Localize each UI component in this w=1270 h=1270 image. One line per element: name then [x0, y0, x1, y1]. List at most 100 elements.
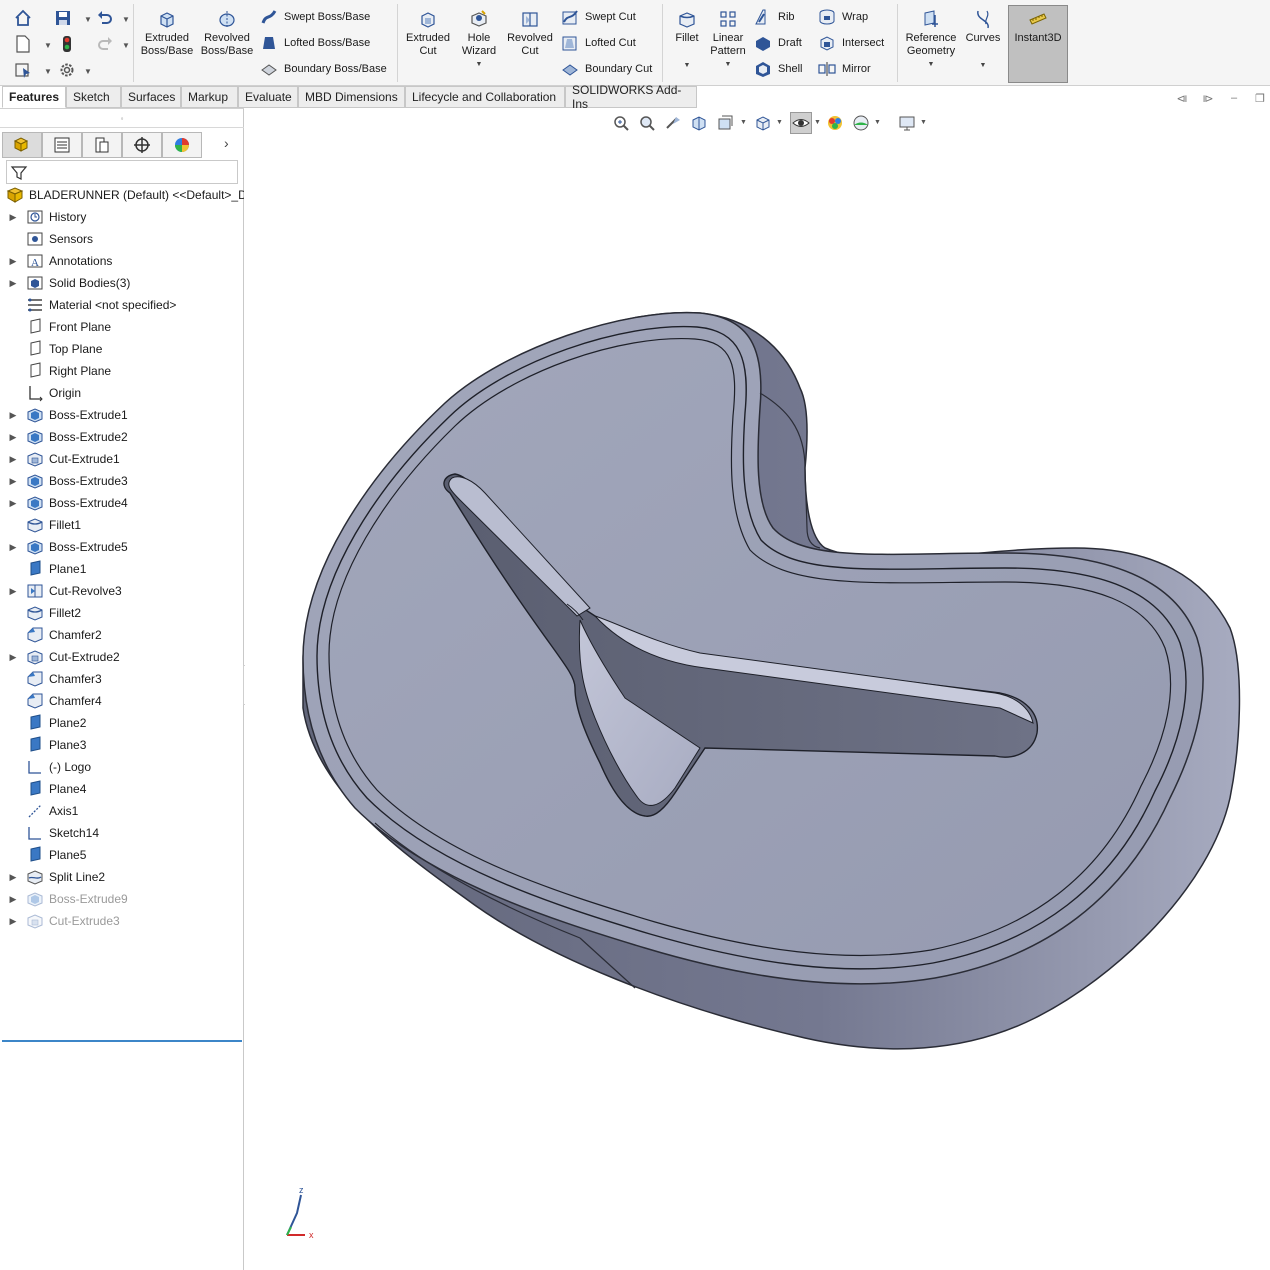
feature-tree-filter[interactable] — [6, 160, 238, 184]
tree-item[interactable]: Origin — [0, 382, 244, 404]
tree-item[interactable]: Chamfer2 — [0, 624, 244, 646]
graphics-area[interactable]: ▼ ▼ ▼ ▼ ▼ z x — [245, 108, 1270, 1270]
curves-button[interactable]: Curves ▼ — [961, 4, 1005, 82]
fillet-button[interactable]: Fillet ▼ — [668, 4, 706, 82]
tree-item[interactable]: Chamfer3 — [0, 668, 244, 690]
tree-item[interactable]: Top Plane — [0, 338, 244, 360]
reference-geometry-button[interactable]: Reference Geometry ▼ — [901, 4, 961, 82]
expand-arrow-icon[interactable]: ▶ — [6, 454, 20, 465]
tree-item[interactable]: Plane1 — [0, 558, 244, 580]
linear-pattern-caret[interactable]: ▼ — [725, 58, 732, 71]
rebuild-traffic-light-icon[interactable] — [56, 34, 78, 54]
tab-sketch[interactable]: Sketch — [66, 86, 121, 108]
instant3d-button[interactable]: Instant3D — [1008, 5, 1068, 83]
expand-arrow-icon[interactable]: ▶ — [6, 652, 20, 663]
bladerunner-part-model[interactable] — [245, 108, 1270, 1270]
tree-item[interactable]: ▶ Cut-Extrude3 — [0, 910, 244, 932]
save-dropdown-caret[interactable]: ▼ — [84, 15, 92, 24]
expand-arrow-icon[interactable]: ▶ — [6, 498, 20, 509]
expand-arrow-icon[interactable]: ▶ — [6, 476, 20, 487]
tree-item[interactable]: ▶ Solid Bodies(3) — [0, 272, 244, 294]
expand-arrow-icon[interactable]: ▶ — [6, 894, 20, 905]
tree-item[interactable]: Plane3 — [0, 734, 244, 756]
tree-item[interactable]: Plane4 — [0, 778, 244, 800]
panel-tabs-more-icon[interactable]: › — [224, 135, 229, 151]
expand-arrow-icon[interactable]: ▶ — [6, 212, 20, 223]
redo-dropdown-caret[interactable]: ▼ — [122, 41, 130, 50]
select-dropdown-caret[interactable]: ▼ — [44, 67, 52, 76]
options-gear-icon[interactable] — [56, 60, 78, 80]
tab-markup[interactable]: Markup — [181, 86, 238, 108]
rollback-bar[interactable] — [2, 1040, 242, 1042]
extruded-boss-button[interactable]: Extruded Boss/Base — [140, 4, 194, 82]
configuration-manager-tab[interactable] — [82, 132, 122, 158]
select-icon[interactable] — [12, 60, 34, 80]
tree-item[interactable]: Right Plane — [0, 360, 244, 382]
new-dropdown-caret[interactable]: ▼ — [44, 41, 52, 50]
tree-item[interactable]: Plane2 — [0, 712, 244, 734]
wrap-button[interactable]: Wrap — [818, 6, 868, 28]
lofted-cut-button[interactable]: Lofted Cut — [561, 32, 636, 54]
tab-evaluate[interactable]: Evaluate — [238, 86, 298, 108]
boundary-cut-button[interactable]: Boundary Cut — [561, 58, 652, 80]
tab-surfaces[interactable]: Surfaces — [121, 86, 181, 108]
tree-item[interactable]: Fillet2 — [0, 602, 244, 624]
dimxpert-manager-tab[interactable] — [122, 132, 162, 158]
tree-item[interactable]: Chamfer4 — [0, 690, 244, 712]
panel-grip[interactable]: ◦ — [0, 108, 244, 128]
rib-button[interactable]: Rib — [754, 6, 795, 28]
tree-item[interactable]: Plane5 — [0, 844, 244, 866]
redo-icon[interactable] — [94, 34, 116, 54]
expand-arrow-icon[interactable]: ▶ — [6, 432, 20, 443]
draft-button[interactable]: Draft — [754, 32, 802, 54]
intersect-button[interactable]: Intersect — [818, 32, 884, 54]
extruded-cut-button[interactable]: Extruded Cut — [401, 4, 455, 82]
tree-item[interactable]: Axis1 — [0, 800, 244, 822]
tree-item[interactable]: ▶ Cut-Extrude1 — [0, 448, 244, 470]
tree-item[interactable]: ▶ A Annotations — [0, 250, 244, 272]
tree-item[interactable]: ▶ Boss-Extrude4 — [0, 492, 244, 514]
reference-geometry-caret[interactable]: ▼ — [928, 58, 935, 71]
tile-left-icon[interactable]: ⧏ — [1174, 92, 1190, 106]
hole-wizard-button[interactable]: Hole Wizard ▼ — [455, 4, 503, 82]
tab-solidworks-add-ins[interactable]: SOLIDWORKS Add-Ins — [565, 83, 697, 111]
tab-mbd-dimensions[interactable]: MBD Dimensions — [298, 86, 405, 108]
lofted-boss-button[interactable]: Lofted Boss/Base — [260, 32, 370, 54]
boundary-boss-button[interactable]: Boundary Boss/Base — [260, 58, 387, 80]
tree-item[interactable]: ▶ Boss-Extrude2 — [0, 426, 244, 448]
shell-button[interactable]: Shell — [754, 58, 802, 80]
tree-item[interactable]: Front Plane — [0, 316, 244, 338]
tree-item[interactable]: ▶ Split Line2 — [0, 866, 244, 888]
tree-root-part[interactable]: BLADERUNNER (Default) <<Default>_Di — [0, 184, 244, 206]
tree-item[interactable]: ▶ History — [0, 206, 244, 228]
expand-arrow-icon[interactable]: ▶ — [6, 542, 20, 553]
tree-item[interactable]: ▶ Boss-Extrude5 — [0, 536, 244, 558]
linear-pattern-button[interactable]: Linear Pattern ▼ — [706, 4, 750, 82]
tree-item[interactable]: Sensors — [0, 228, 244, 250]
tab-features[interactable]: Features — [2, 86, 66, 108]
expand-arrow-icon[interactable]: ▶ — [6, 586, 20, 597]
tree-item[interactable]: Sketch14 — [0, 822, 244, 844]
expand-arrow-icon[interactable]: ▶ — [6, 278, 20, 289]
restore-icon[interactable]: ❐ — [1252, 92, 1268, 106]
minimize-icon[interactable]: – — [1226, 92, 1242, 106]
swept-cut-button[interactable]: Swept Cut — [561, 6, 636, 28]
swept-boss-button[interactable]: Swept Boss/Base — [260, 6, 370, 28]
tile-right-icon[interactable]: ⧐ — [1200, 92, 1216, 106]
expand-arrow-icon[interactable]: ▶ — [6, 410, 20, 421]
tree-item[interactable]: Fillet1 — [0, 514, 244, 536]
undo-dropdown-caret[interactable]: ▼ — [122, 15, 130, 24]
undo-icon[interactable] — [94, 8, 116, 28]
property-manager-tab[interactable] — [42, 132, 82, 158]
revolved-boss-button[interactable]: Revolved Boss/Base — [198, 4, 256, 82]
tree-item[interactable]: ▶ Cut-Revolve3 — [0, 580, 244, 602]
display-manager-tab[interactable] — [162, 132, 202, 158]
expand-arrow-icon[interactable]: ▶ — [6, 256, 20, 267]
expand-arrow-icon[interactable]: ▶ — [6, 872, 20, 883]
revolved-cut-button[interactable]: Revolved Cut — [505, 4, 555, 82]
mirror-button[interactable]: Mirror — [818, 58, 871, 80]
home-icon[interactable] — [12, 8, 34, 28]
tab-lifecycle-collaboration[interactable]: Lifecycle and Collaboration — [405, 86, 565, 108]
tree-item[interactable]: ▶ Boss-Extrude1 — [0, 404, 244, 426]
new-document-icon[interactable] — [12, 34, 34, 54]
